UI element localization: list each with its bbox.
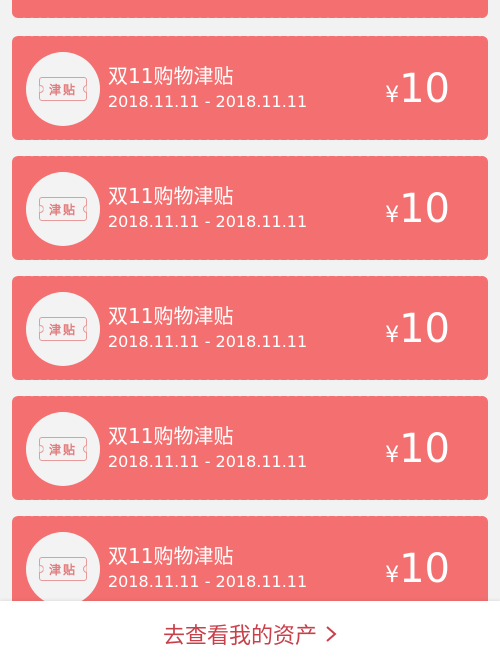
- coupon-dates: 2018.11.11 - 2018.11.11: [108, 452, 308, 471]
- coupon-title: 双11购物津贴: [108, 184, 234, 208]
- coupon-dates: 2018.11.11 - 2018.11.11: [108, 572, 308, 591]
- ticket-icon: 津贴: [39, 557, 87, 581]
- coupon-badge: 津贴: [26, 292, 100, 366]
- chevron-right-icon: [326, 626, 337, 642]
- coupon-badge: 津贴: [26, 532, 100, 606]
- badge-label: 津贴: [48, 562, 77, 577]
- view-my-assets-label: 去查看我的资产: [162, 624, 317, 649]
- coupon-amount: ¥10: [385, 546, 450, 592]
- coupon-amount: ¥10: [385, 306, 450, 352]
- coupon-value: 10: [399, 66, 450, 112]
- currency-symbol: ¥: [385, 83, 400, 108]
- coupon-dates: 2018.11.11 - 2018.11.11: [108, 212, 308, 231]
- currency-symbol: ¥: [385, 563, 400, 588]
- view-my-assets-link[interactable]: 去查看我的资产: [163, 618, 337, 650]
- coupon-title: 双11购物津贴: [108, 64, 234, 88]
- ticket-icon: 津贴: [39, 317, 87, 341]
- coupon-value: 10: [399, 306, 450, 352]
- coupon-badge: 津贴: [26, 52, 100, 126]
- coupon-amount: ¥10: [385, 186, 450, 232]
- coupon-value: 10: [399, 546, 450, 592]
- badge-label: 津贴: [48, 322, 77, 337]
- coupon-list: 津贴 双11购物津贴 2018.11.11 - 2018.11.11 ¥10 津…: [0, 0, 500, 667]
- badge-label: 津贴: [48, 82, 77, 97]
- coupon-badge: 津贴: [26, 412, 100, 486]
- currency-symbol: ¥: [385, 323, 400, 348]
- ticket-icon: 津贴: [39, 197, 87, 221]
- coupon-value: 10: [399, 426, 450, 472]
- coupon-card[interactable]: 津贴 双11购物津贴 2018.11.11 - 2018.11.11 ¥10: [12, 393, 488, 503]
- ticket-icon: 津贴: [39, 77, 87, 101]
- ticket-icon: 津贴: [39, 437, 87, 461]
- coupon-amount: ¥10: [385, 426, 450, 472]
- coupon-card[interactable]: 津贴 双11购物津贴 2018.11.11 - 2018.11.11 ¥10: [12, 33, 488, 143]
- coupon-dates: 2018.11.11 - 2018.11.11: [108, 92, 308, 111]
- coupon-card[interactable]: 津贴 双11购物津贴 2018.11.11 - 2018.11.11 ¥10: [12, 153, 488, 263]
- currency-symbol: ¥: [385, 443, 400, 468]
- currency-symbol: ¥: [385, 203, 400, 228]
- coupon-amount: ¥10: [385, 66, 450, 112]
- coupon-card-partial[interactable]: [12, 0, 488, 21]
- badge-label: 津贴: [48, 202, 77, 217]
- coupon-badge: 津贴: [26, 172, 100, 246]
- coupon-title: 双11购物津贴: [108, 304, 234, 328]
- coupon-dates: 2018.11.11 - 2018.11.11: [108, 332, 308, 351]
- coupon-value: 10: [399, 186, 450, 232]
- coupon-title: 双11购物津贴: [108, 424, 234, 448]
- bottom-bar: 去查看我的资产: [0, 601, 500, 667]
- coupon-card[interactable]: 津贴 双11购物津贴 2018.11.11 - 2018.11.11 ¥10: [12, 273, 488, 383]
- badge-label: 津贴: [48, 442, 77, 457]
- coupon-title: 双11购物津贴: [108, 544, 234, 568]
